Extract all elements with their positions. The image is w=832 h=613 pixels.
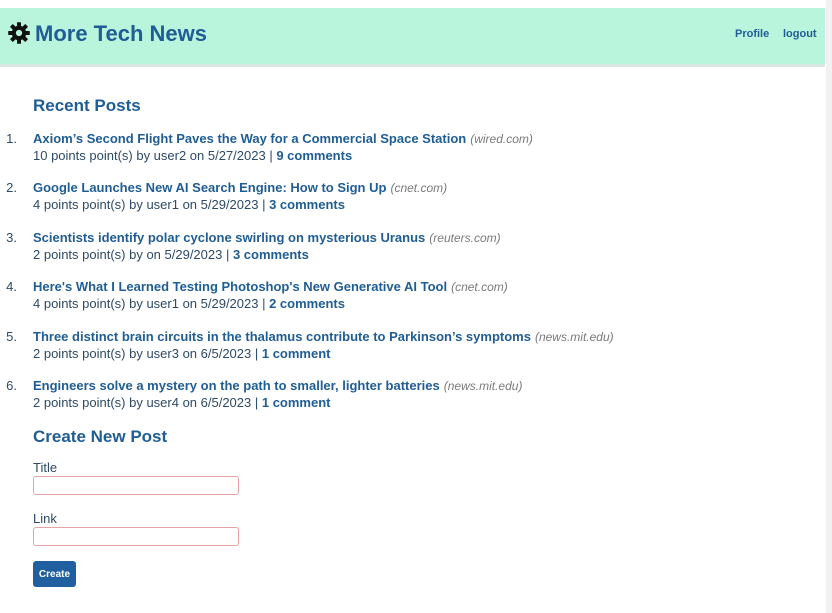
page: More Tech News Profile logout Recent Pos… — [0, 0, 832, 613]
post-comments-link[interactable]: 3 comments — [269, 197, 345, 212]
post-item: 1. Axiom’s Second Flight Paves the Way f… — [0, 128, 820, 177]
create-button[interactable]: Create — [33, 561, 76, 587]
post-domain: (wired.com) — [470, 132, 533, 146]
post-comments-link[interactable]: 9 comments — [276, 148, 352, 163]
post-title-link[interactable]: Google Launches New AI Search Engine: Ho… — [33, 180, 386, 195]
site-title[interactable]: More Tech News — [35, 21, 207, 47]
post-meta: 2 points point(s) by user4 on 6/5/2023 | — [33, 394, 262, 410]
post-headline: Axiom’s Second Flight Paves the Way for … — [33, 130, 533, 148]
post-domain: (news.mit.edu) — [443, 378, 523, 393]
post-headline: Engineers solve a mystery on the path to… — [33, 377, 522, 395]
post-headline: Here's What I Learned Testing Photoshop'… — [33, 278, 508, 296]
post-headline: Scientists identify polar cyclone swirli… — [33, 229, 501, 247]
post-number: 4. — [6, 279, 17, 295]
post-meta: 4 points point(s) by user1 on 5/29/2023 … — [33, 197, 270, 213]
post-title-link[interactable]: Here's What I Learned Testing Photoshop'… — [33, 279, 447, 294]
post-domain: (news.mit.edu) — [534, 329, 614, 344]
post-meta-line: 2 points point(s) by user4 on 6/5/2023 |… — [33, 395, 331, 410]
post-title-link[interactable]: Scientists identify polar cyclone swirli… — [33, 230, 425, 245]
post-meta-line: 2 points point(s) by on 5/29/2023 | 3 co… — [33, 247, 309, 262]
page-edge — [826, 0, 832, 613]
gear-icon — [8, 22, 30, 44]
profile-link[interactable]: Profile — [735, 28, 769, 40]
create-post-heading: Create New Post — [33, 427, 168, 446]
post-item: 6. Engineers solve a mystery on the path… — [0, 375, 820, 424]
post-meta-line: 2 points point(s) by user3 on 6/5/2023 |… — [33, 346, 331, 361]
post-item: 3. Scientists identify polar cyclone swi… — [0, 227, 820, 276]
post-title-link[interactable]: Engineers solve a mystery on the path to… — [33, 378, 440, 393]
post-comments-link[interactable]: 2 comments — [269, 296, 345, 311]
post-meta: 4 points point(s) by user1 on 5/29/2023 … — [33, 296, 270, 312]
recent-posts-heading: Recent Posts — [33, 96, 141, 115]
post-headline: Google Launches New AI Search Engine: Ho… — [33, 179, 447, 197]
post-comments-link[interactable]: 1 comment — [262, 346, 331, 361]
post-headline: Three distinct brain circuits in the tha… — [33, 328, 614, 346]
title-input[interactable] — [33, 476, 239, 495]
post-number: 6. — [6, 377, 17, 393]
post-list: 1. Axiom’s Second Flight Paves the Way f… — [0, 128, 820, 424]
post-item: 5. Three distinct brain circuits in the … — [0, 326, 820, 375]
post-title-link[interactable]: Three distinct brain circuits in the tha… — [33, 329, 531, 344]
post-domain: (cnet.com) — [451, 280, 508, 295]
post-comments-link[interactable]: 3 comments — [233, 247, 309, 262]
post-number: 2. — [6, 180, 17, 196]
post-meta-line: 4 points point(s) by user1 on 5/29/2023 … — [33, 296, 345, 311]
post-number: 3. — [6, 229, 17, 245]
post-domain: (reuters.com) — [429, 230, 501, 245]
post-meta: 10 points point(s) by user2 on 5/27/2023… — [33, 148, 277, 163]
post-comments-link[interactable]: 1 comment — [262, 395, 331, 410]
post-meta-line: 10 points point(s) by user2 on 5/27/2023… — [33, 148, 352, 163]
site-header: More Tech News Profile logout — [0, 8, 825, 67]
post-meta-line: 4 points point(s) by user1 on 5/29/2023 … — [33, 197, 345, 212]
logout-link[interactable]: logout — [783, 28, 817, 40]
post-number: 5. — [6, 328, 17, 344]
link-input[interactable] — [33, 527, 239, 546]
post-meta: 2 points point(s) by user3 on 6/5/2023 | — [33, 345, 262, 361]
post-domain: (cnet.com) — [390, 181, 448, 196]
post-item: 2. Google Launches New AI Search Engine:… — [0, 177, 820, 226]
post-item: 4. Here's What I Learned Testing Photosh… — [0, 276, 820, 325]
post-number: 1. — [6, 131, 17, 146]
link-field-label: Link — [33, 511, 57, 526]
post-title-link[interactable]: Axiom’s Second Flight Paves the Way for … — [33, 131, 466, 146]
post-meta: 2 points point(s) by on 5/29/2023 | — [33, 246, 233, 262]
title-field-label: Title — [33, 460, 58, 475]
